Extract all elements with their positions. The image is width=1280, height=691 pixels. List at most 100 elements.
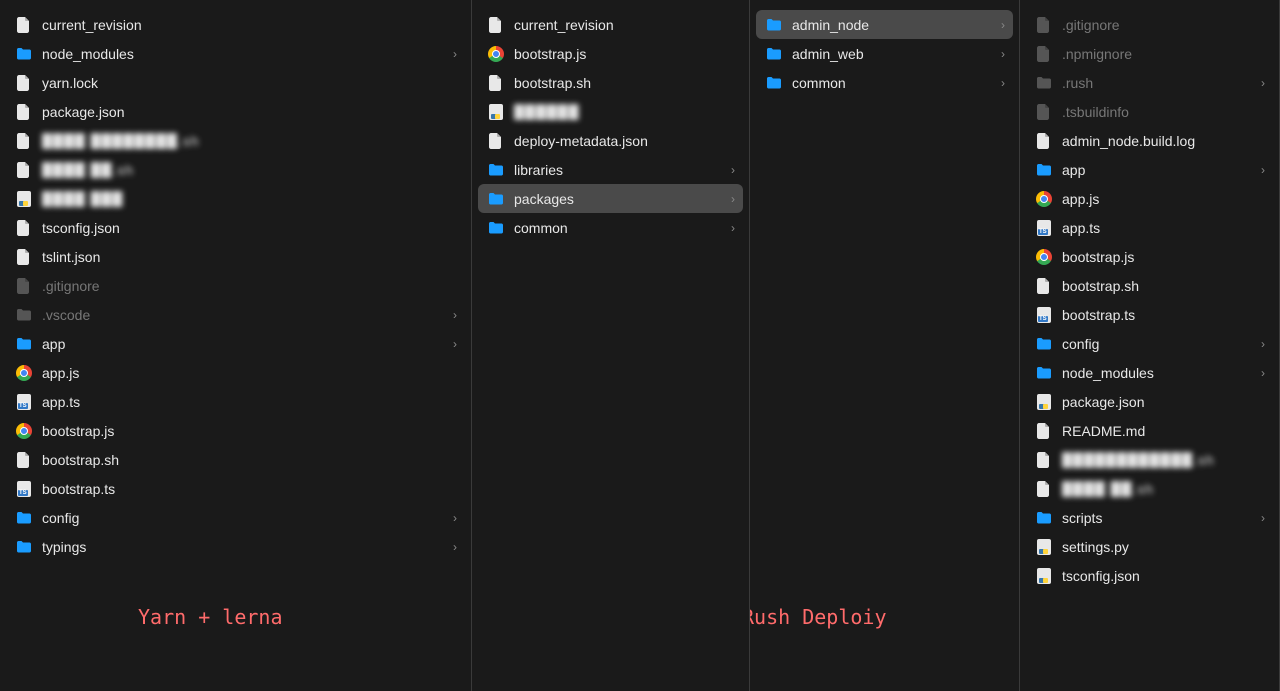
- file-row[interactable]: .gitignore: [1026, 10, 1273, 39]
- chevron-right-icon: ›: [731, 192, 735, 206]
- chevron-right-icon: ›: [1001, 47, 1005, 61]
- file-row[interactable]: bootstrap.ts: [6, 474, 465, 503]
- file-row[interactable]: tsconfig.json: [6, 213, 465, 242]
- file-row[interactable]: ████ ██.sh: [6, 155, 465, 184]
- filename-label: node_modules: [42, 46, 453, 62]
- file-row[interactable]: node_modules›: [6, 39, 465, 68]
- filename-label: ████ ██.sh: [1062, 481, 1265, 497]
- finder-column-3[interactable]: admin_node› admin_web› common› Rush Depl…: [750, 0, 1020, 691]
- filename-label: node_modules: [1062, 365, 1261, 381]
- file-row[interactable]: app.ts: [6, 387, 465, 416]
- python-icon: [1036, 568, 1052, 584]
- file-row[interactable]: ████ ████████.sh: [6, 126, 465, 155]
- file-row[interactable]: bootstrap.js: [6, 416, 465, 445]
- file-row[interactable]: current_revision: [6, 10, 465, 39]
- file-row[interactable]: admin_node.build.log: [1026, 126, 1273, 155]
- filename-label: bootstrap.ts: [42, 481, 457, 497]
- file-icon: [16, 162, 32, 178]
- file-icon: [1036, 481, 1052, 497]
- filename-label: bootstrap.sh: [514, 75, 735, 91]
- file-row[interactable]: ████ ██.sh: [1026, 474, 1273, 503]
- file-icon: [488, 75, 504, 91]
- file-row[interactable]: bootstrap.js: [478, 39, 743, 68]
- file-row[interactable]: packages›: [478, 184, 743, 213]
- file-icon: [16, 249, 32, 265]
- file-list: current_revision bootstrap.js bootstrap.s…: [472, 10, 749, 242]
- folder-icon: [1036, 510, 1052, 526]
- file-icon: [1036, 423, 1052, 439]
- chevron-right-icon: ›: [1261, 163, 1265, 177]
- file-row[interactable]: settings.py: [1026, 532, 1273, 561]
- typescript-icon: [1036, 307, 1052, 323]
- file-row[interactable]: bootstrap.sh: [1026, 271, 1273, 300]
- typescript-icon: [16, 394, 32, 410]
- folder-icon: [488, 162, 504, 178]
- finder-column-4[interactable]: .gitignore .npmignore .rush› .tsbuildinf…: [1020, 0, 1280, 691]
- file-row[interactable]: common›: [478, 213, 743, 242]
- file-icon: [16, 17, 32, 33]
- file-row[interactable]: bootstrap.sh: [478, 68, 743, 97]
- file-row[interactable]: ████████████.sh: [1026, 445, 1273, 474]
- file-list: .gitignore .npmignore .rush› .tsbuildinf…: [1020, 10, 1279, 590]
- file-row[interactable]: libraries›: [478, 155, 743, 184]
- chevron-right-icon: ›: [731, 221, 735, 235]
- file-row[interactable]: .vscode›: [6, 300, 465, 329]
- file-row[interactable]: tsconfig.json: [1026, 561, 1273, 590]
- filename-label: typings: [42, 539, 453, 555]
- filename-label: admin_node: [792, 17, 1001, 33]
- file-row[interactable]: typings›: [6, 532, 465, 561]
- chevron-right-icon: ›: [1261, 76, 1265, 90]
- file-row[interactable]: .npmignore: [1026, 39, 1273, 68]
- filename-label: package.json: [1062, 394, 1265, 410]
- finder-column-1[interactable]: current_revision node_modules› yarn.lock…: [0, 0, 472, 691]
- file-row[interactable]: app.js: [1026, 184, 1273, 213]
- finder-column-2[interactable]: current_revision bootstrap.js bootstrap.s…: [472, 0, 750, 691]
- file-row[interactable]: package.json: [1026, 387, 1273, 416]
- file-icon: [16, 104, 32, 120]
- typescript-icon: [1036, 220, 1052, 236]
- file-row[interactable]: yarn.lock: [6, 68, 465, 97]
- file-row[interactable]: config›: [1026, 329, 1273, 358]
- folder-icon: [766, 17, 782, 33]
- filename-label: app.js: [42, 365, 457, 381]
- file-row[interactable]: ██████: [478, 97, 743, 126]
- file-row[interactable]: bootstrap.ts: [1026, 300, 1273, 329]
- filename-label: current_revision: [42, 17, 457, 33]
- filename-label: .vscode: [42, 307, 453, 323]
- file-row[interactable]: .gitignore: [6, 271, 465, 300]
- folder-icon: [1036, 365, 1052, 381]
- filename-label: scripts: [1062, 510, 1261, 526]
- file-icon: [488, 133, 504, 149]
- file-row[interactable]: README.md: [1026, 416, 1273, 445]
- file-row[interactable]: deploy-metadata.json: [478, 126, 743, 155]
- filename-label: app: [42, 336, 453, 352]
- file-row[interactable]: admin_node›: [756, 10, 1013, 39]
- file-row[interactable]: node_modules›: [1026, 358, 1273, 387]
- file-row[interactable]: .rush›: [1026, 68, 1273, 97]
- file-row[interactable]: current_revision: [478, 10, 743, 39]
- filename-label: bootstrap.js: [514, 46, 735, 62]
- filename-label: common: [792, 75, 1001, 91]
- file-row[interactable]: app›: [1026, 155, 1273, 184]
- file-row[interactable]: app›: [6, 329, 465, 358]
- file-row[interactable]: app.js: [6, 358, 465, 387]
- file-row[interactable]: scripts›: [1026, 503, 1273, 532]
- file-row[interactable]: tslint.json: [6, 242, 465, 271]
- file-row[interactable]: bootstrap.js: [1026, 242, 1273, 271]
- file-row[interactable]: ████ ███: [6, 184, 465, 213]
- file-row[interactable]: bootstrap.sh: [6, 445, 465, 474]
- file-row[interactable]: config›: [6, 503, 465, 532]
- file-row[interactable]: common›: [756, 68, 1013, 97]
- folder-icon: [16, 46, 32, 62]
- caption-right: Rush Deploiy: [750, 605, 887, 629]
- folder-icon: [16, 539, 32, 555]
- file-row[interactable]: admin_web›: [756, 39, 1013, 68]
- file-row[interactable]: .tsbuildinfo: [1026, 97, 1273, 126]
- file-row[interactable]: package.json: [6, 97, 465, 126]
- file-icon: [16, 133, 32, 149]
- folder-icon: [16, 510, 32, 526]
- chrome-icon: [16, 365, 32, 381]
- filename-label: config: [42, 510, 453, 526]
- folder-icon: [1036, 162, 1052, 178]
- file-row[interactable]: app.ts: [1026, 213, 1273, 242]
